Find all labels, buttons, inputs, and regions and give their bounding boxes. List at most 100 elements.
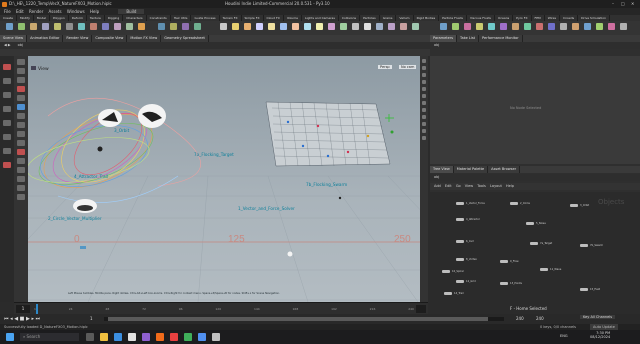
network-node[interactable]: 15_Field <box>580 288 600 291</box>
network-menu-view[interactable]: View <box>465 184 473 188</box>
torus-tool-icon[interactable] <box>42 23 49 30</box>
camera-tool-icon[interactable] <box>220 23 227 30</box>
visible-only-icon[interactable] <box>17 158 25 164</box>
scene-path[interactable]: obj <box>18 43 23 47</box>
stereo-camera-tool-icon[interactable] <box>376 23 383 30</box>
vr-camera-tool-icon[interactable] <box>388 23 395 30</box>
ocean-tool-icon[interactable] <box>512 23 519 30</box>
edges-icon[interactable] <box>17 104 25 110</box>
network-node[interactable]: 13_Points <box>500 282 522 285</box>
wire-tool-icon[interactable] <box>524 23 531 30</box>
menu-assets[interactable]: Assets <box>49 9 62 14</box>
network-node[interactable]: 3_Orbit <box>570 204 589 207</box>
rotate-tool-icon[interactable] <box>3 92 11 98</box>
platonic-tool-icon[interactable] <box>158 23 165 30</box>
chrome-icon[interactable] <box>170 333 178 341</box>
network-node[interactable]: 5_Noise <box>526 222 546 225</box>
desktop-selector[interactable]: Build <box>118 9 145 14</box>
network-node[interactable]: 14_Trail <box>444 292 464 295</box>
gamepad-camera-tool-icon[interactable] <box>412 23 419 30</box>
store-icon[interactable] <box>128 333 136 341</box>
display-option-icon[interactable] <box>422 101 426 105</box>
jump-start-icon[interactable]: ⏮ <box>4 316 9 322</box>
paint-select-icon[interactable] <box>17 194 25 200</box>
tab-tree-view[interactable]: Tree View <box>430 166 454 173</box>
network-menu-tools[interactable]: Tools <box>477 184 486 188</box>
clock[interactable]: 7:30 PM 08/12/2024 <box>590 331 610 339</box>
global-end[interactable]: 240 <box>536 316 544 321</box>
network-menu-layout[interactable]: Layout <box>490 184 502 188</box>
fluid-tool-icon[interactable] <box>464 23 471 30</box>
select-tool-icon[interactable] <box>3 64 11 70</box>
range-start[interactable]: 1 <box>90 316 93 321</box>
current-frame-field[interactable]: 1 <box>16 305 30 313</box>
playhead[interactable] <box>36 304 38 314</box>
network-node[interactable]: 7a_Target <box>530 242 552 245</box>
vertices-icon[interactable] <box>17 122 25 128</box>
display-option-icon[interactable] <box>422 59 426 63</box>
range-slider[interactable] <box>104 317 504 321</box>
fem-tool-icon[interactable] <box>536 23 543 30</box>
guide-tool-icon[interactable] <box>608 23 615 30</box>
l-system-tool-icon[interactable] <box>170 23 177 30</box>
key-all-channels[interactable]: Key All Channels <box>580 315 616 319</box>
sky-light-tool-icon[interactable] <box>316 23 323 30</box>
file-tool-icon[interactable] <box>194 23 201 30</box>
step-back-icon[interactable]: ◂ <box>10 316 13 322</box>
display-option-icon[interactable] <box>422 73 426 77</box>
network-menu-help[interactable]: Help <box>506 184 514 188</box>
font-tool-icon[interactable] <box>138 23 145 30</box>
display-option-icon[interactable] <box>422 66 426 70</box>
gi-light-tool-icon[interactable] <box>328 23 335 30</box>
network-node[interactable]: 1_Vector_Force <box>456 202 485 205</box>
pose-tool-icon[interactable] <box>3 134 11 140</box>
network-node[interactable]: 8_Vortex <box>456 258 477 261</box>
display-option-icon[interactable] <box>422 136 426 140</box>
maximize-button[interactable]: □ <box>621 0 625 8</box>
tube-tool-icon[interactable] <box>30 23 37 30</box>
scene-viewport[interactable]: View Persp No cam 4_Attractor_Trail 2_Ci… <box>28 56 420 302</box>
terrain-tool-icon[interactable] <box>572 23 579 30</box>
point-light-tool-icon[interactable] <box>232 23 239 30</box>
tab-composite-view[interactable]: Composite View <box>92 35 128 42</box>
path-tool-icon[interactable] <box>114 23 121 30</box>
file-explorer-icon[interactable] <box>100 333 108 341</box>
persp-menu[interactable]: Persp <box>378 65 392 69</box>
line-tool-icon[interactable] <box>78 23 85 30</box>
language-indicator[interactable]: ENG <box>560 334 568 338</box>
distant-light-tool-icon[interactable] <box>292 23 299 30</box>
sphere-tool-icon[interactable] <box>18 23 25 30</box>
display-option-icon[interactable] <box>422 115 426 119</box>
tab-animation-editor[interactable]: Animation Editor <box>27 35 64 42</box>
move-tool-icon[interactable] <box>3 78 11 84</box>
visual-studio-icon[interactable] <box>142 333 150 341</box>
snap-icon[interactable] <box>17 86 25 92</box>
minimize-button[interactable]: – <box>612 0 614 8</box>
network-node[interactable]: 12_Grid <box>456 280 476 283</box>
menu-edit[interactable]: Edit <box>16 9 24 14</box>
circle-tool-icon[interactable] <box>90 23 97 30</box>
select-mode-icon[interactable] <box>17 59 25 65</box>
app-icon[interactable] <box>198 333 206 341</box>
grid-tool-icon[interactable] <box>54 23 61 30</box>
particle-tool-icon[interactable] <box>452 23 459 30</box>
play-icon[interactable]: ▶ <box>26 316 30 322</box>
timeline-end-marker[interactable] <box>416 305 426 313</box>
app-icon[interactable] <box>184 333 192 341</box>
display-option-icon[interactable] <box>422 108 426 112</box>
taskbar-search[interactable]: ⌕ Search <box>20 333 79 341</box>
tab-parameters[interactable]: Parameters <box>430 35 458 42</box>
network-node[interactable]: 9_Flow <box>500 260 519 263</box>
tab-material-palette[interactable]: Material Palette <box>454 166 489 173</box>
task-view-icon[interactable] <box>86 333 94 341</box>
param-path[interactable]: obj <box>434 43 439 47</box>
tab-geometry-spreadsheet[interactable]: Geometry Spreadsheet <box>161 35 209 42</box>
network-node[interactable]: 2_Circle <box>510 202 530 205</box>
secure-select-icon[interactable] <box>17 149 25 155</box>
menu-windows[interactable]: Windows <box>67 9 85 14</box>
handle-tool-icon[interactable] <box>3 120 11 126</box>
edge-icon[interactable] <box>114 333 122 341</box>
objects-mode-icon[interactable] <box>17 68 25 74</box>
view-tool-icon[interactable] <box>3 148 11 154</box>
hair-tool-icon[interactable] <box>596 23 603 30</box>
